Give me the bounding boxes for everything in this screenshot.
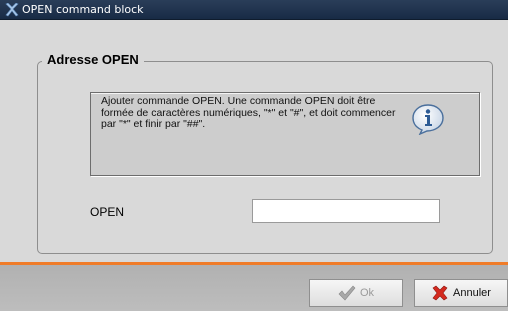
open-field-label: OPEN: [90, 205, 125, 219]
info-text: Ajouter commande OPEN. Une commande OPEN…: [101, 95, 396, 130]
dialog-window: OPEN command block Adresse OPEN Ajouter …: [0, 0, 508, 311]
info-icon: [412, 104, 444, 135]
cancel-button-label: Annuler: [453, 287, 491, 299]
group-legend: Adresse OPEN: [42, 52, 144, 68]
close-icon: [432, 285, 448, 301]
ok-button[interactable]: Ok: [309, 279, 403, 307]
window-title: OPEN command block: [22, 3, 144, 16]
dialog-footer: Ok Annuler: [0, 265, 508, 311]
info-panel: Ajouter commande OPEN. Une commande OPEN…: [90, 92, 480, 176]
app-logo-icon: [5, 3, 19, 17]
ok-button-label: Ok: [359, 287, 375, 299]
cancel-button[interactable]: Annuler: [414, 279, 508, 307]
title-bar[interactable]: OPEN command block: [0, 0, 508, 20]
dialog-body: Adresse OPEN Ajouter commande OPEN. Une …: [0, 20, 508, 262]
open-address-group: Adresse OPEN Ajouter commande OPEN. Une …: [37, 52, 493, 254]
open-command-input[interactable]: [252, 199, 440, 223]
checkmark-icon: [338, 285, 356, 301]
